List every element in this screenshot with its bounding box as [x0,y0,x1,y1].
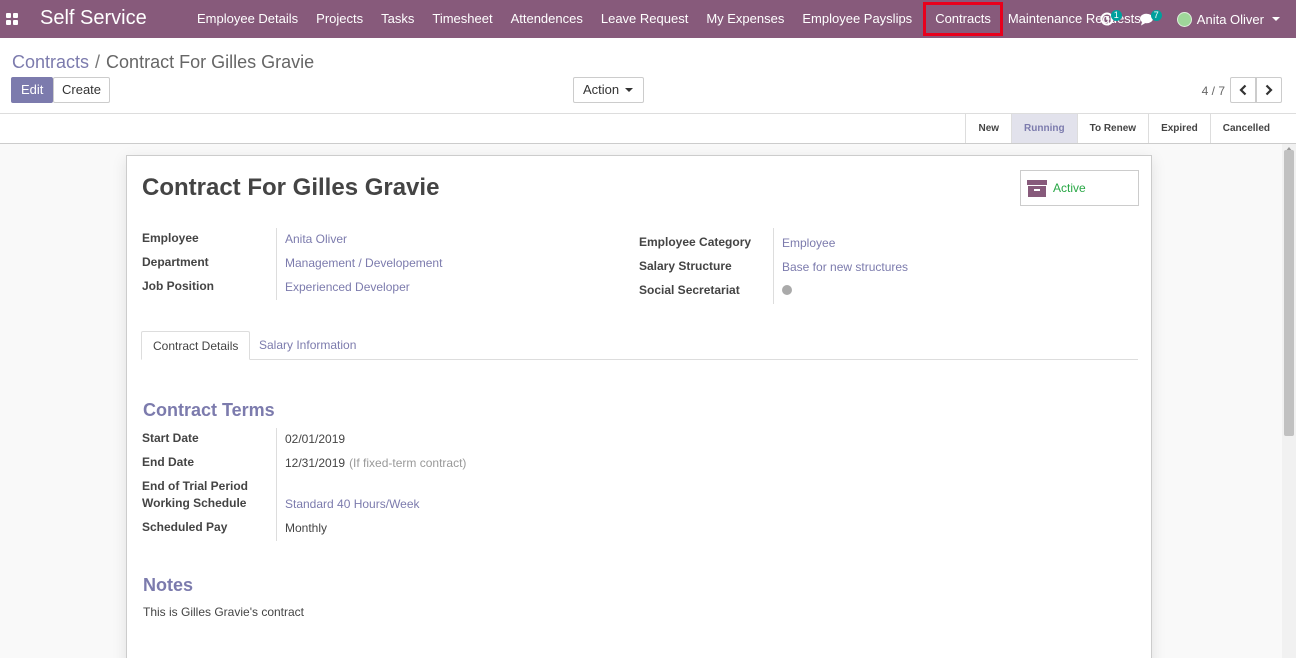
menu-employee-details[interactable]: Employee Details [188,0,307,38]
breadcrumb: Contracts / Contract For Gilles Gravie [12,52,314,73]
menu-my-expenses[interactable]: My Expenses [697,0,793,38]
field-divider [276,428,277,541]
systray: 1 7 Anita Oliver [1087,0,1296,38]
field-divider [773,228,774,304]
contract-terms-title: Contract Terms [143,400,275,420]
menu-employee-payslips[interactable]: Employee Payslips [793,0,921,38]
employee-category-label: Employee Category [639,235,752,249]
menu-tasks[interactable]: Tasks [372,0,423,38]
top-navbar: Self Service Employee Details Projects T… [0,0,1296,38]
messages-count-badge: 7 [1150,10,1162,21]
working-schedule-label: Working Schedule [142,496,247,510]
start-date-value: 02/01/2019 [285,432,346,446]
notes-title: Notes [143,575,194,595]
social-secretariat-label: Social Secretariat [639,283,740,297]
scheduled-pay-label: Scheduled Pay [142,520,228,534]
create-button[interactable]: Create [53,77,111,103]
breadcrumb-contracts-link[interactable]: Contracts [12,52,89,72]
messages-button[interactable]: 7 [1127,0,1167,38]
stage-selector: New Running To Renew Expired Cancelled [965,114,1282,143]
menu-timesheet[interactable]: Timesheet [423,0,501,38]
pager-next-button[interactable] [1256,77,1282,103]
menu-attendences[interactable]: Attendences [502,0,592,38]
end-date-label: End Date [142,455,195,469]
active-toggle-button[interactable]: Active [1020,170,1139,206]
end-date-field: 12/31/2019 (If fixed-term contract) [285,456,466,470]
stage-to-renew[interactable]: To Renew [1076,114,1148,143]
record-title: Contract For Gilles Gravie [142,174,440,201]
pager-previous-button[interactable] [1230,77,1256,103]
stage-running[interactable]: Running [1011,114,1077,143]
employee-link[interactable]: Anita Oliver [285,232,347,246]
chevron-left-icon [1239,84,1247,96]
breadcrumb-current: Contract For Gilles Gravie [106,52,315,72]
scroll-thumb[interactable] [1284,150,1294,436]
apps-menu-icon[interactable] [6,13,18,25]
app-brand: Self Service [40,7,147,29]
action-label: Action [583,82,620,97]
department-link[interactable]: Management / Developement [285,256,442,270]
menu-leave-request[interactable]: Leave Request [592,0,697,38]
stage-expired[interactable]: Expired [1148,114,1210,143]
breadcrumb-separator: / [95,52,101,72]
menu-contracts[interactable]: Contracts [921,0,1005,38]
activity-button[interactable]: 1 [1087,0,1127,38]
avatar [1176,11,1192,27]
caret-down-icon [1272,17,1280,21]
job-position-label: Job Position [142,279,214,293]
salary-structure-link[interactable]: Base for new structures [782,260,908,274]
department-label: Department [142,255,209,269]
user-name: Anita Oliver [1196,11,1264,27]
field-divider [276,228,277,300]
salary-structure-label: Salary Structure [639,259,732,273]
employee-label: Employee [142,231,199,245]
notebook-tabs: Contract Details Salary Information [141,331,1138,360]
trial-period-label: End of Trial Period [142,479,249,493]
form-view: Contract For Gilles Gravie Active Employ… [0,144,1282,658]
menu-projects[interactable]: Projects [307,0,372,38]
archive-icon [1027,179,1047,197]
activity-count-badge: 1 [1110,10,1122,21]
notes-text: This is Gilles Gravie's contract [143,605,304,619]
action-dropdown-button[interactable]: Action [573,77,645,103]
end-date-hint: (If fixed-term contract) [349,456,467,470]
form-sheet: Contract For Gilles Gravie Active Employ… [126,155,1152,658]
main-menu: Employee Details Projects Tasks Timeshee… [188,0,1150,38]
edit-button[interactable]: Edit [11,77,54,103]
social-secretariat-indicator [782,285,792,295]
stage-new[interactable]: New [965,114,1011,143]
form-scrollbar[interactable] [1282,144,1296,658]
active-status-label: Active [1053,181,1086,195]
working-schedule-link[interactable]: Standard 40 Hours/Week [285,497,420,511]
employee-category-link[interactable]: Employee [782,236,835,250]
tab-salary-information[interactable]: Salary Information [248,331,367,360]
end-date-value: 12/31/2019 [285,456,346,470]
stage-cancelled[interactable]: Cancelled [1209,114,1282,143]
pager-value: 4 / 7 [1201,84,1225,98]
job-position-link[interactable]: Experienced Developer [285,280,410,294]
start-date-label: Start Date [142,431,199,445]
chevron-right-icon [1265,84,1273,96]
scheduled-pay-value: Monthly [285,521,328,535]
user-menu[interactable]: Anita Oliver [1167,0,1296,38]
tab-contract-details[interactable]: Contract Details [141,331,251,360]
caret-down-icon [625,88,634,92]
control-panel: Contracts / Contract For Gilles Gravie Edi… [0,38,1296,114]
statusbar: New Running To Renew Expired Cancelled [0,114,1296,144]
